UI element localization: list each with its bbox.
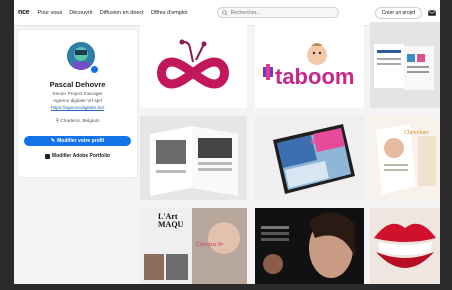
browser-frame: nce Pour vous Découvrir Diffusion en dir… bbox=[0, 0, 452, 290]
portrait-makeup-image bbox=[255, 208, 364, 284]
profile-content: Pascal Dehovre Senior Project manager Ag… bbox=[14, 22, 440, 284]
edit-profile-button[interactable]: ✎ Modifier votre profil bbox=[24, 136, 131, 146]
project-thumbnail-red-lips[interactable] bbox=[370, 208, 440, 284]
beauty-brochure-title: Chevelure bbox=[404, 130, 429, 136]
profile-role: Senior Project manager bbox=[52, 92, 103, 97]
mail-icon[interactable] bbox=[428, 9, 436, 16]
magazine-interior-image bbox=[140, 116, 247, 200]
frame-left-border bbox=[0, 0, 14, 290]
magazine-maquillage-image bbox=[140, 208, 247, 284]
search-box[interactable] bbox=[216, 7, 339, 18]
frame-right-border bbox=[440, 0, 452, 290]
magazine-subtitle: Cheveux br bbox=[196, 242, 224, 248]
project-thumbnail-beauty-brochure[interactable]: Chevelure bbox=[370, 116, 440, 200]
nav-decouvrir[interactable]: Découvrir bbox=[69, 10, 93, 16]
magazine-title-line2: MAQU bbox=[158, 220, 184, 229]
pencil-icon: ✎ bbox=[50, 138, 56, 144]
profile-location: ⚲ Charleroi, Belgium bbox=[18, 119, 137, 124]
project-thumbnail-tablet-digital[interactable]: DIGITA bbox=[255, 116, 364, 200]
create-project-button[interactable]: Créer un projet bbox=[374, 6, 422, 19]
red-lips-image bbox=[370, 208, 440, 284]
nav-offres-emploi[interactable]: Offres d'emploi bbox=[151, 10, 188, 16]
profile-website-link[interactable]: https://agencedigitale.be/ bbox=[18, 106, 137, 111]
brochure-image bbox=[370, 22, 440, 108]
location-pin-icon: ⚲ bbox=[55, 119, 59, 124]
edit-profile-label: Modifier votre profil bbox=[57, 138, 105, 144]
beauty-brochure-image bbox=[370, 116, 440, 200]
profile-card: Pascal Dehovre Senior Project manager Ag… bbox=[18, 30, 137, 177]
nav-diffusion-en-direct[interactable]: Diffusion en direct bbox=[100, 10, 144, 16]
profile-location-text: Charleroi, Belgium bbox=[60, 119, 100, 124]
project-thumbnail-portrait-makeup[interactable] bbox=[255, 208, 364, 284]
profile-company: Agence digitale VII sprl bbox=[52, 99, 103, 104]
edit-portfolio-button[interactable]: Modifier Adobe Portfolio bbox=[24, 151, 131, 161]
profile-name: Pascal Dehovre bbox=[49, 80, 106, 89]
tablet-image bbox=[255, 116, 364, 200]
behance-logo[interactable]: nce bbox=[18, 9, 30, 16]
project-thumbnail-magazine-interior[interactable] bbox=[140, 116, 247, 200]
infinity-logo-image bbox=[157, 39, 229, 89]
verified-badge bbox=[90, 65, 99, 74]
portfolio-icon bbox=[44, 153, 50, 159]
magazine-title: L'Art MAQU bbox=[158, 213, 183, 229]
nav-pour-vous[interactable]: Pour vous bbox=[37, 10, 62, 16]
project-thumbnail-magazine-maquillage[interactable]: L'Art MAQU Cheveux br bbox=[140, 208, 247, 284]
project-thumbnail-taboom[interactable]: taboom bbox=[255, 22, 364, 108]
search-input[interactable] bbox=[227, 9, 331, 16]
project-thumbnail-infinity-logo[interactable] bbox=[140, 22, 247, 108]
project-thumbnail-brochure[interactable] bbox=[370, 22, 440, 108]
frame-bottom-border bbox=[0, 284, 452, 290]
taboom-wordmark: taboom bbox=[275, 64, 355, 89]
edit-portfolio-label: Modifier Adobe Portfolio bbox=[51, 153, 111, 159]
